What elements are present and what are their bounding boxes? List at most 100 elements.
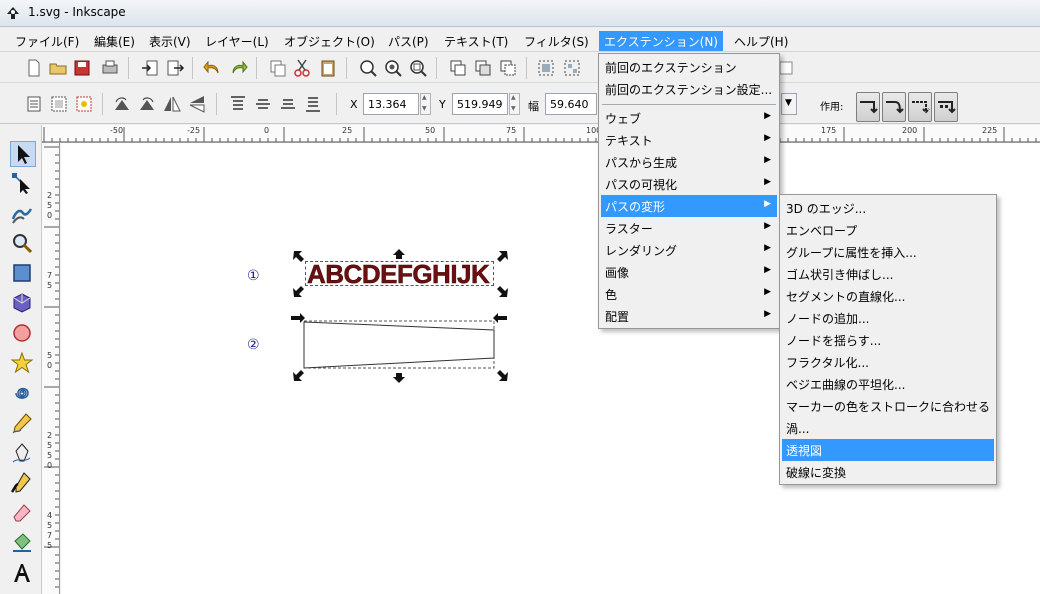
new-document-icon[interactable] (24, 58, 44, 78)
arrow-pointer-icon (18, 145, 30, 164)
menu-item-images[interactable]: 画像 ▶ (601, 261, 777, 283)
menu-item-perspective[interactable]: 透視図 (782, 439, 994, 461)
scale-corners-toggle[interactable] (882, 92, 906, 122)
text-tool[interactable] (10, 561, 36, 587)
menu-item-raster[interactable]: ラスター ▶ (601, 217, 777, 239)
menu-item-web[interactable]: ウェブ ▶ (601, 107, 777, 129)
3dbox-tool[interactable] (10, 291, 36, 317)
y-input[interactable] (452, 93, 508, 115)
y-spinner[interactable] (509, 93, 520, 115)
menu-item-add-nodes[interactable]: ノードの追加... (782, 307, 994, 329)
print-icon[interactable] (100, 58, 120, 78)
import-icon[interactable] (140, 58, 160, 78)
units-dropdown[interactable]: ▼ (781, 93, 797, 115)
menu-item-jitter-nodes[interactable]: ノードを揺らす... (782, 329, 994, 351)
zoom-tool[interactable] (10, 231, 36, 257)
ruler-label: 7 (47, 531, 53, 540)
scale-stroke-toggle[interactable] (856, 92, 880, 122)
transform-gradients-toggle[interactable] (908, 92, 932, 122)
menu-item-text[interactable]: テキスト ▶ (601, 129, 777, 151)
calligraphy-pen-icon (10, 472, 31, 493)
flip-vertical-icon[interactable] (187, 94, 207, 114)
x-input[interactable] (363, 93, 419, 115)
menu-filter[interactable]: フィルタ(S) (519, 31, 594, 51)
menu-item-convert-to-dashes[interactable]: 破線に変換 (782, 461, 994, 483)
save-icon[interactable] (72, 58, 92, 78)
submenu-arrow-icon: ▶ (764, 243, 771, 253)
select-all-layers-icon[interactable] (49, 94, 69, 114)
raise-icon[interactable] (253, 94, 273, 114)
rotate-ccw-icon[interactable] (112, 94, 132, 114)
menu-item-generate-from-path[interactable]: パスから生成 ▶ (601, 151, 777, 173)
deselect-icon[interactable] (74, 94, 94, 114)
menu-view[interactable]: 表示(V) (144, 31, 196, 51)
menu-layer[interactable]: レイヤー(L) (200, 31, 274, 51)
menu-item-color-markers[interactable]: マーカーの色をストロークに合わせる (782, 395, 994, 417)
menu-item-add-group-attributes[interactable]: グループに属性を挿入... (782, 241, 994, 263)
tweak-tool[interactable] (10, 201, 36, 227)
resize-handle-icon (293, 370, 304, 381)
menu-item-color[interactable]: 色 ▶ (601, 283, 777, 305)
star-tool[interactable] (10, 351, 36, 377)
paste-icon[interactable] (318, 58, 338, 78)
spiral-tool[interactable] (10, 381, 36, 407)
menu-item-flatten-beziers[interactable]: ベジエ曲線の平坦化... (782, 373, 994, 395)
menu-item-whirl[interactable]: 渦... (782, 417, 994, 439)
rect-tool[interactable] (10, 261, 36, 287)
clone-icon[interactable] (473, 58, 493, 78)
unlink-clone-icon[interactable] (498, 58, 518, 78)
pen-tool[interactable] (10, 441, 36, 467)
menu-item-3d-edges[interactable]: 3D のエッジ... (782, 197, 994, 219)
menu-file[interactable]: ファイル(F) (10, 31, 84, 51)
pencil-tool[interactable] (10, 411, 36, 437)
toolbox (0, 125, 42, 594)
menu-item-envelope[interactable]: エンベロープ (782, 219, 994, 241)
export-icon[interactable] (165, 58, 185, 78)
resize-handle-icon (293, 251, 304, 262)
rotate-cw-icon[interactable] (137, 94, 157, 114)
node-tool[interactable] (10, 171, 36, 197)
copy-icon[interactable] (268, 58, 288, 78)
menu-item-rubber-stretch[interactable]: ゴム状引き伸ばし... (782, 263, 994, 285)
menu-extensions[interactable]: エクステンション(N) (599, 31, 723, 51)
zoom-drawing-icon[interactable] (383, 58, 403, 78)
menu-item-visualize-path[interactable]: パスの可視化 ▶ (601, 173, 777, 195)
vertical-ruler[interactable]: 2 5 0 7 5 5 0 2 5 5 0 4 5 7 5 (42, 143, 60, 594)
width-input[interactable] (545, 93, 597, 115)
raise-to-top-icon[interactable] (228, 94, 248, 114)
menu-item-last-extension-settings[interactable]: 前回のエクステンション設定... (601, 78, 777, 100)
horizontal-ruler[interactable]: -50 -25 0 25 50 75 100 125 150 175 200 2… (42, 125, 1040, 143)
bucket-tool[interactable] (10, 531, 36, 557)
zoom-selection-icon[interactable] (358, 58, 378, 78)
menu-edit[interactable]: 編集(E) (89, 31, 140, 51)
menu-item-fractalize[interactable]: フラクタル化... (782, 351, 994, 373)
menu-help[interactable]: ヘルプ(H) (729, 31, 793, 51)
redo-icon[interactable] (228, 58, 248, 78)
select-all-icon[interactable] (24, 94, 44, 114)
zoom-page-icon[interactable] (408, 58, 428, 78)
open-folder-icon[interactable] (48, 58, 68, 78)
ungroup-icon[interactable] (562, 58, 582, 78)
calligraphy-tool[interactable] (10, 471, 36, 497)
ellipse-tool[interactable] (10, 321, 36, 347)
menu-item-straighten-segments[interactable]: セグメントの直線化... (782, 285, 994, 307)
menu-object[interactable]: オブジェクト(O) (279, 31, 380, 51)
group-icon[interactable] (536, 58, 556, 78)
menu-item-arrange[interactable]: 配置 ▶ (601, 305, 777, 327)
menu-path[interactable]: パス(P) (383, 31, 434, 51)
flip-horizontal-icon[interactable] (162, 94, 182, 114)
duplicate-icon[interactable] (448, 58, 468, 78)
menu-item-last-extension[interactable]: 前回のエクステンション (601, 56, 777, 78)
menu-item-render[interactable]: レンダリング ▶ (601, 239, 777, 261)
cut-icon[interactable] (292, 58, 312, 78)
menu-item-modify-path[interactable]: パスの変形 ▶ (601, 195, 777, 217)
lower-to-bottom-icon[interactable] (303, 94, 323, 114)
x-spinner[interactable] (420, 93, 431, 115)
transform-patterns-toggle[interactable] (934, 92, 958, 122)
undo-icon[interactable] (203, 58, 223, 78)
x-label: X (350, 98, 358, 111)
selector-tool[interactable] (10, 141, 36, 167)
eraser-tool[interactable] (10, 501, 36, 527)
lower-icon[interactable] (278, 94, 298, 114)
menu-text[interactable]: テキスト(T) (439, 31, 513, 51)
